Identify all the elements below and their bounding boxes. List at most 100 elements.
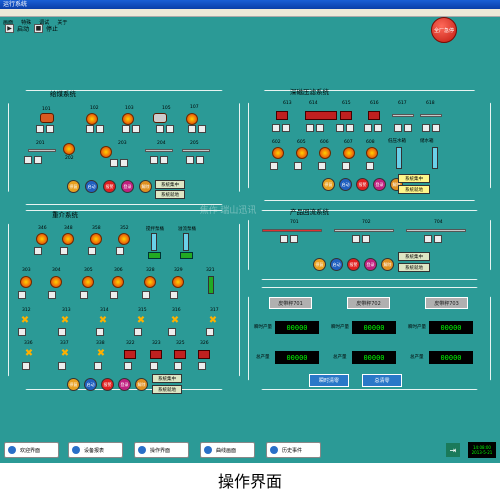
start-338-square[interactable] [94, 362, 102, 370]
start-607-square[interactable] [342, 162, 350, 170]
start-322-square[interactable] [124, 362, 132, 370]
stop-702-square[interactable] [362, 235, 370, 243]
product-local-button[interactable]: 系统就地 [398, 263, 430, 272]
heavy-login-button[interactable]: 登录 [118, 378, 131, 391]
pump-358-icon[interactable] [90, 233, 102, 245]
start-704-square[interactable] [424, 235, 432, 243]
stop-102-square[interactable] [96, 125, 104, 133]
screen-312-icon[interactable]: ✖ [20, 316, 30, 326]
menu-item-about[interactable]: 关于 [57, 20, 67, 26]
nav-operation-button[interactable]: 操作界面 [134, 442, 189, 458]
total-clear-button[interactable]: 总清零 [362, 374, 402, 387]
pump-607-icon[interactable] [343, 147, 355, 159]
start-614-square[interactable] [306, 124, 314, 132]
nav-history-button[interactable]: 历史事件 [266, 442, 321, 458]
pump-346-icon[interactable] [36, 233, 48, 245]
start-325-square[interactable] [174, 362, 182, 370]
product-release-button[interactable]: 解除 [381, 258, 394, 271]
start-605-square[interactable] [294, 162, 302, 170]
press-start-button[interactable]: 启动 [339, 178, 352, 191]
coal-reset-button[interactable]: 停复 [67, 180, 80, 193]
start-336-square[interactable] [22, 362, 30, 370]
coal-local-button[interactable]: 系统就地 [155, 190, 185, 199]
screen-315-icon[interactable]: ✖ [136, 316, 146, 326]
start-346-square[interactable] [34, 247, 42, 255]
heavy-start-button[interactable]: 启动 [84, 378, 97, 391]
start-615-square[interactable] [336, 124, 344, 132]
pump-305-icon[interactable] [82, 276, 94, 288]
conveyor-704-bar[interactable] [406, 229, 466, 232]
start-312-square[interactable] [18, 328, 26, 336]
conveyor-204-bar[interactable] [145, 149, 173, 152]
stop-control[interactable]: ■ 停止 [34, 22, 58, 34]
coal-start-button[interactable]: 启动 [85, 180, 98, 193]
start-618-square[interactable] [422, 124, 430, 132]
stop-618-square[interactable] [432, 124, 440, 132]
stop-105b-square[interactable] [166, 125, 174, 133]
unit-326-icon[interactable] [198, 350, 210, 359]
stop-201-square[interactable] [34, 156, 42, 164]
start-606-square[interactable] [318, 162, 326, 170]
start-613-square[interactable] [272, 124, 280, 132]
conveyor-205-bar[interactable] [182, 149, 210, 152]
coal-centralized-button[interactable]: 系统集中 [155, 180, 185, 189]
motor-103-icon[interactable] [122, 113, 134, 125]
stop-617-square[interactable] [404, 124, 412, 132]
start-201-square[interactable] [24, 156, 32, 164]
stop-616-square[interactable] [374, 124, 382, 132]
screen-317-icon[interactable]: ✖ [208, 316, 218, 326]
start-204-square[interactable] [150, 156, 158, 164]
start-602-square[interactable] [270, 162, 278, 170]
instant-clear-button[interactable]: 瞬时清零 [309, 374, 349, 387]
stop-204-square[interactable] [160, 156, 168, 164]
start-313-square[interactable] [58, 328, 66, 336]
heavy-centralized-button[interactable]: 系统集中 [152, 374, 182, 383]
start-326-square[interactable] [198, 362, 206, 370]
start-305-square[interactable] [80, 291, 88, 299]
start-304-square[interactable] [48, 291, 56, 299]
screen-316-icon[interactable]: ✖ [170, 316, 180, 326]
start-352-square[interactable] [116, 247, 124, 255]
stop-205-square[interactable] [196, 156, 204, 164]
pump-606-icon[interactable] [319, 147, 331, 159]
stop-614-square[interactable] [316, 124, 324, 132]
press-centralized-button[interactable]: 系统集中 [398, 174, 430, 183]
pump-306-icon[interactable] [112, 276, 124, 288]
coal-login-button[interactable]: 登录 [121, 180, 134, 193]
unit-325-icon[interactable] [174, 350, 186, 359]
screen-313-icon[interactable]: ✖ [60, 316, 70, 326]
start-616-square[interactable] [364, 124, 372, 132]
start-306-square[interactable] [110, 291, 118, 299]
pump-328-icon[interactable] [144, 276, 156, 288]
nav-welcome-button[interactable]: 欢迎界面 [4, 442, 59, 458]
screen-337-icon[interactable]: ✖ [60, 349, 70, 359]
conveyor-105-icon[interactable] [153, 113, 167, 123]
press-login-button[interactable]: 登录 [373, 178, 386, 191]
screen-338-icon[interactable]: ✖ [96, 349, 106, 359]
start-103-square[interactable] [122, 125, 130, 133]
unit-323-icon[interactable] [150, 350, 162, 359]
stop-105-square[interactable] [46, 125, 54, 133]
start-323-square[interactable] [150, 362, 158, 370]
start-337-square[interactable] [58, 362, 66, 370]
pump-348-icon[interactable] [62, 233, 74, 245]
start-328-square[interactable] [142, 291, 150, 299]
conveyor-618-bar[interactable] [420, 114, 442, 117]
exit-icon[interactable]: ⇥ [446, 443, 460, 457]
heavy-release-button[interactable]: 解除 [135, 378, 148, 391]
pump-303-icon[interactable] [20, 276, 32, 288]
press-614-icon[interactable] [305, 111, 337, 120]
start-608-square[interactable] [366, 162, 374, 170]
nav-report-button[interactable]: 设备报表 [68, 442, 123, 458]
start-314-square[interactable] [96, 328, 104, 336]
start-348-square[interactable] [60, 247, 68, 255]
nav-curve-button[interactable]: 曲线画面 [200, 442, 255, 458]
start-105-square[interactable] [36, 125, 44, 133]
coal-release-button[interactable]: 解除 [139, 180, 152, 193]
start-315-square[interactable] [134, 328, 142, 336]
product-reset-button[interactable]: 停复 [313, 258, 326, 271]
heavy-alarm-button[interactable]: 报警 [101, 378, 114, 391]
product-centralized-button[interactable]: 系统集中 [398, 252, 430, 261]
pump-608-icon[interactable] [366, 147, 378, 159]
stop-613-square[interactable] [282, 124, 290, 132]
